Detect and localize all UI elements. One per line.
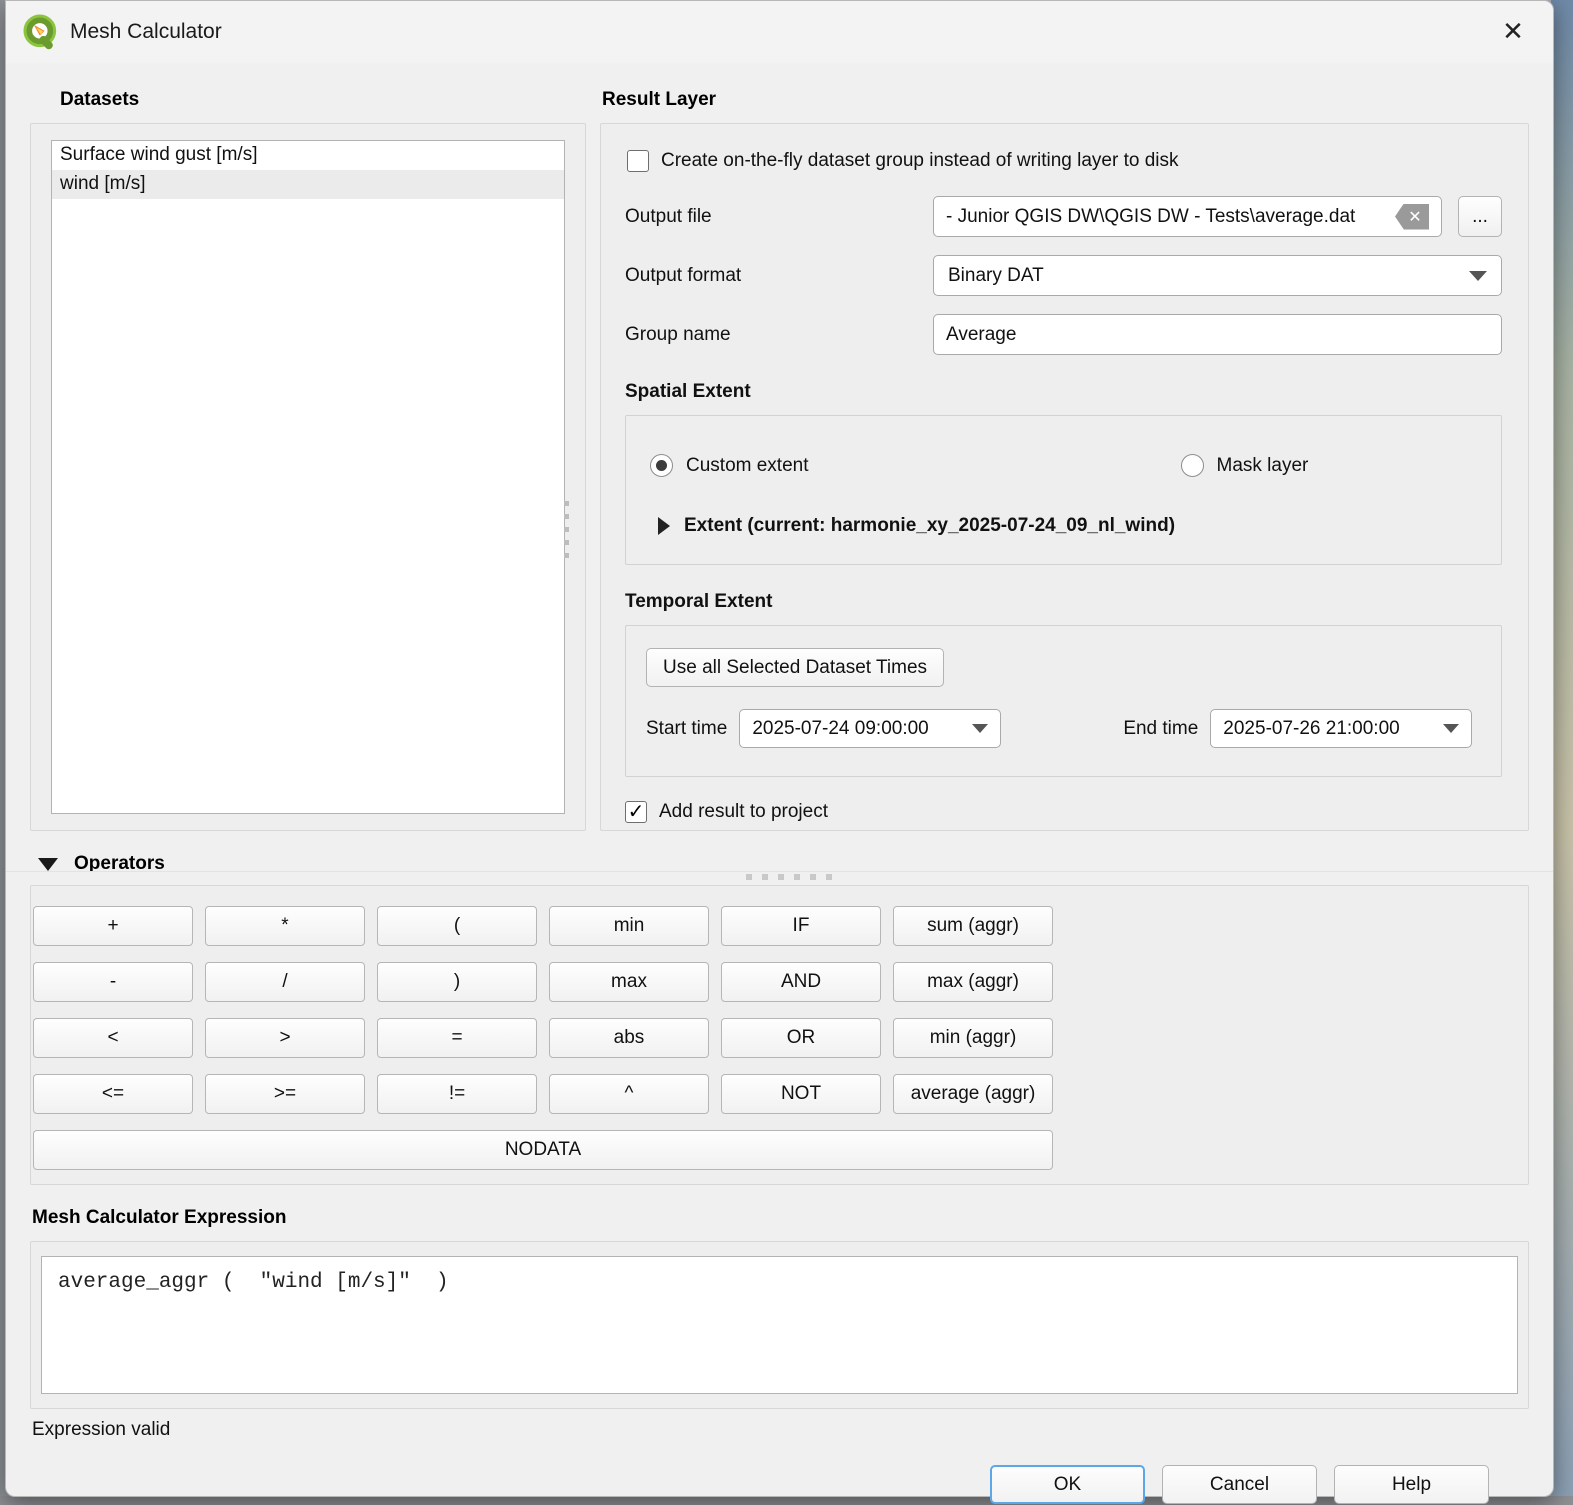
- operator-button-average-aggr[interactable]: average (aggr): [893, 1074, 1053, 1114]
- group-name-value: Average: [946, 324, 1016, 346]
- extent-collapsible[interactable]: Extent (current: harmonie_xy_2025-07-24_…: [650, 515, 1477, 537]
- temporal-extent-box: Use all Selected Dataset Times Start tim…: [625, 625, 1502, 777]
- expression-panel: average_aggr ( "wind [m/s]" ): [30, 1241, 1529, 1409]
- output-file-label: Output file: [625, 206, 933, 228]
- operator-button-multiply[interactable]: *: [205, 906, 365, 946]
- chevron-down-icon: [1443, 724, 1459, 733]
- start-time-label: Start time: [646, 718, 727, 740]
- operator-button-sum-aggr[interactable]: sum (aggr): [893, 906, 1053, 946]
- operator-button-or[interactable]: OR: [721, 1018, 881, 1058]
- datasets-heading: Datasets: [60, 89, 586, 111]
- operator-button-max-aggr[interactable]: max (aggr): [893, 962, 1053, 1002]
- operator-button-less-than[interactable]: <: [33, 1018, 193, 1058]
- operator-button-max[interactable]: max: [549, 962, 709, 1002]
- mesh-calculator-dialog: Mesh Calculator ✕ Datasets Surface wind …: [5, 0, 1554, 1497]
- list-item[interactable]: wind [m/s]: [52, 170, 564, 199]
- operator-button-close-paren[interactable]: ): [377, 962, 537, 1002]
- result-layer-heading: Result Layer: [602, 89, 1529, 111]
- end-time-value: 2025-07-26 21:00:00: [1223, 718, 1399, 740]
- operator-button-abs[interactable]: abs: [549, 1018, 709, 1058]
- collapse-arrow-icon: [38, 858, 58, 871]
- operator-button-minus[interactable]: -: [33, 962, 193, 1002]
- output-file-input[interactable]: - Junior QGIS DW\QGIS DW - Tests\average…: [933, 196, 1442, 237]
- output-format-select[interactable]: Binary DAT: [933, 255, 1502, 296]
- add-result-label: Add result to project: [659, 801, 828, 823]
- horizontal-splitter-handle[interactable]: [746, 874, 832, 880]
- operator-button-greater-than[interactable]: >: [205, 1018, 365, 1058]
- spatial-extent-box: Custom extent Mask layer Extent (current…: [625, 415, 1502, 565]
- mask-layer-label: Mask layer: [1217, 455, 1309, 477]
- operator-button-plus[interactable]: +: [33, 906, 193, 946]
- help-button[interactable]: Help: [1334, 1465, 1489, 1504]
- create-on-the-fly-checkbox[interactable]: [627, 150, 649, 172]
- operator-button-nodata[interactable]: NODATA: [33, 1130, 1053, 1170]
- chevron-down-icon: [972, 724, 988, 733]
- operators-panel: + * ( min IF sum (aggr) - / ) max AND ma…: [30, 885, 1529, 1185]
- result-layer-panel: Create on-the-fly dataset group instead …: [600, 123, 1529, 831]
- mask-layer-radio[interactable]: [1181, 454, 1204, 477]
- ok-button[interactable]: OK: [990, 1465, 1145, 1504]
- operator-button-equals[interactable]: =: [377, 1018, 537, 1058]
- qgis-logo-icon: [22, 13, 60, 51]
- expression-editor[interactable]: average_aggr ( "wind [m/s]" ): [41, 1256, 1518, 1394]
- list-item[interactable]: Surface wind gust [m/s]: [52, 141, 564, 170]
- operator-button-power[interactable]: ^: [549, 1074, 709, 1114]
- end-time-select[interactable]: 2025-07-26 21:00:00: [1210, 709, 1472, 748]
- expression-status: Expression valid: [32, 1419, 1529, 1441]
- operator-button-min[interactable]: min: [549, 906, 709, 946]
- titlebar: Mesh Calculator ✕: [6, 1, 1553, 63]
- expand-arrow-icon: [658, 517, 670, 535]
- chevron-down-icon: [1469, 271, 1487, 281]
- background-map-strip: [1551, 0, 1573, 1505]
- create-on-the-fly-label: Create on-the-fly dataset group instead …: [661, 150, 1179, 172]
- custom-extent-radio[interactable]: [650, 454, 673, 477]
- operator-button-greater-equal[interactable]: >=: [205, 1074, 365, 1114]
- operator-button-divide[interactable]: /: [205, 962, 365, 1002]
- vertical-splitter-handle[interactable]: [564, 501, 569, 558]
- divider: [6, 871, 1553, 873]
- end-time-label: End time: [1123, 718, 1198, 740]
- output-format-label: Output format: [625, 265, 933, 287]
- close-icon[interactable]: ✕: [1493, 12, 1533, 52]
- datasets-panel: Surface wind gust [m/s] wind [m/s]: [30, 123, 586, 831]
- start-time-select[interactable]: 2025-07-24 09:00:00: [739, 709, 1001, 748]
- operator-button-not-equal[interactable]: !=: [377, 1074, 537, 1114]
- use-all-dataset-times-button[interactable]: Use all Selected Dataset Times: [646, 648, 944, 687]
- operator-button-not[interactable]: NOT: [721, 1074, 881, 1114]
- operator-button-if[interactable]: IF: [721, 906, 881, 946]
- window-title: Mesh Calculator: [70, 20, 222, 44]
- start-time-value: 2025-07-24 09:00:00: [752, 718, 928, 740]
- spatial-extent-heading: Spatial Extent: [625, 381, 1502, 403]
- extent-current-label: Extent (current: harmonie_xy_2025-07-24_…: [684, 515, 1175, 537]
- custom-extent-label: Custom extent: [686, 455, 809, 477]
- operator-button-and[interactable]: AND: [721, 962, 881, 1002]
- browse-button[interactable]: ...: [1458, 196, 1502, 237]
- temporal-extent-heading: Temporal Extent: [625, 591, 1502, 613]
- cancel-button[interactable]: Cancel: [1162, 1465, 1317, 1504]
- output-format-value: Binary DAT: [948, 265, 1044, 287]
- output-file-value: - Junior QGIS DW\QGIS DW - Tests\average…: [946, 206, 1387, 228]
- group-name-input[interactable]: Average: [933, 314, 1502, 355]
- clear-icon[interactable]: ✕: [1395, 204, 1429, 230]
- expression-heading: Mesh Calculator Expression: [32, 1207, 1529, 1229]
- dataset-list[interactable]: Surface wind gust [m/s] wind [m/s]: [51, 140, 565, 814]
- operator-button-min-aggr[interactable]: min (aggr): [893, 1018, 1053, 1058]
- operator-button-open-paren[interactable]: (: [377, 906, 537, 946]
- group-name-label: Group name: [625, 324, 933, 346]
- add-result-checkbox[interactable]: ✓: [625, 801, 647, 823]
- operator-button-less-equal[interactable]: <=: [33, 1074, 193, 1114]
